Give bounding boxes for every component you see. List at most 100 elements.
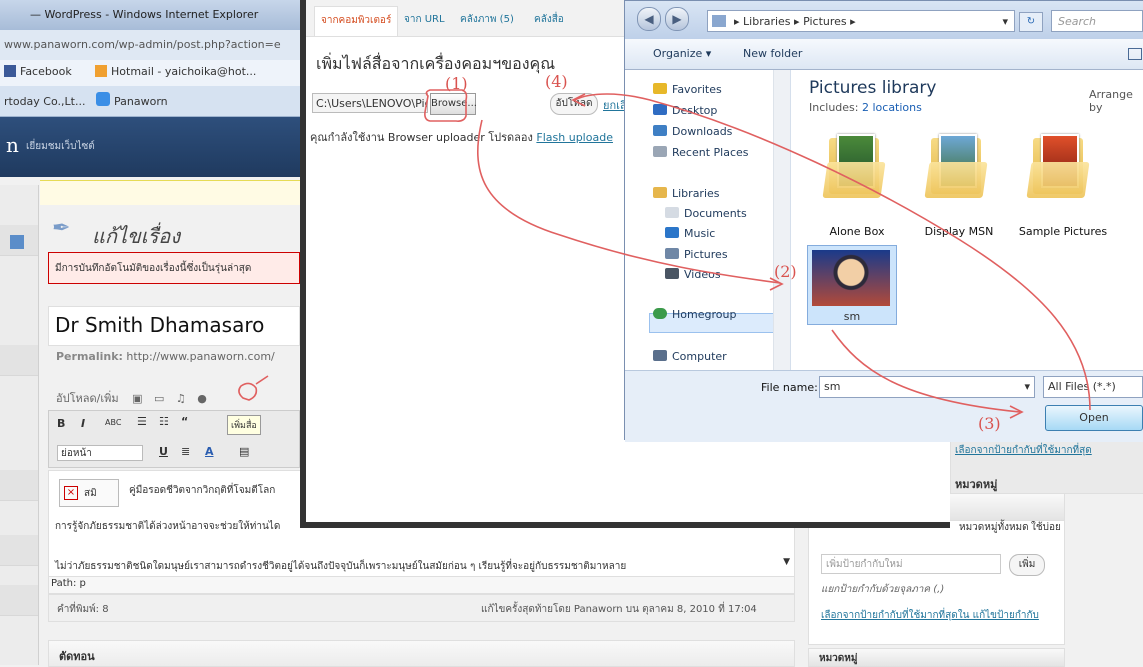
breadcrumb-pictures[interactable]: Pictures (803, 15, 847, 28)
paragraph-format-select[interactable]: ย่อหน้า (57, 445, 143, 461)
tab-panaworn[interactable]: Panaworn (114, 95, 168, 108)
refresh-icon[interactable]: ↻ (1019, 12, 1043, 32)
organize-button[interactable]: Organize ▾ (653, 47, 711, 60)
breadcrumb[interactable]: ▸ Libraries ▸ Pictures ▸ ▾ (707, 10, 1015, 32)
view-icon[interactable] (1128, 48, 1142, 60)
ie-address-bar[interactable]: www.panaworn.com/wp-admin/post.php?actio… (0, 30, 300, 61)
breadcrumb-dropdown-icon[interactable]: ▾ (1002, 11, 1008, 33)
breadcrumb-libraries[interactable]: Libraries (743, 15, 791, 28)
broken-image[interactable]: × สมิ (59, 479, 119, 507)
post-title-value[interactable]: Dr Smith Dhamasaro (55, 313, 264, 337)
file-type-select[interactable]: All Files (*.*) (1043, 376, 1143, 398)
upload-button[interactable]: อัปโหลด (550, 93, 598, 115)
categories-used-tab[interactable]: ใช้บ่อย (1031, 520, 1061, 535)
add-media-icon[interactable]: ● (197, 392, 207, 405)
sm-thumbnail (812, 250, 890, 306)
post-title-input[interactable]: Dr Smith Dhamasaro (48, 306, 300, 346)
nav-computer[interactable]: Computer (653, 350, 727, 363)
library-locations-link[interactable]: 2 locations (862, 101, 922, 114)
folder-label: Display MSN (924, 225, 994, 238)
bold-button[interactable]: B (57, 417, 65, 430)
file-name-value[interactable]: sm (824, 380, 840, 393)
file-path-input[interactable]: C:\Users\LENOVO\Pictu (312, 93, 428, 113)
music-icon (665, 227, 679, 238)
choose-tags-link[interactable]: เลือกจากป้ายกำกับที่ใช้มากที่สุดใน แก้ไข… (821, 608, 1039, 623)
nav-downloads-label: Downloads (672, 125, 733, 138)
menu-item[interactable] (0, 585, 38, 616)
permalink-label: Permalink: (56, 350, 123, 363)
folder-alone-box[interactable] (817, 134, 897, 202)
underline-button[interactable]: U (159, 445, 168, 458)
menu-item[interactable] (0, 345, 38, 376)
tab-from-computer[interactable]: จากคอมพิวเตอร์ (314, 6, 399, 36)
folder-display-msn[interactable] (919, 134, 999, 202)
annotation-4: (4) (545, 72, 568, 91)
add-video-icon[interactable]: ▭ (154, 392, 164, 405)
file-name-input[interactable]: sm ▾ (819, 376, 1035, 398)
text-color-button[interactable]: A (205, 445, 214, 458)
file-sm[interactable]: sm (807, 245, 897, 325)
search-input[interactable]: Search Pictures (1051, 10, 1143, 50)
new-tag-input[interactable]: เพิ่มป้ายกำกับใหม่ (821, 554, 1001, 574)
categories-all-tab[interactable]: หมวดหมู่ทั้งหมด (959, 520, 1029, 535)
annotation-1: (1) (445, 74, 468, 93)
nav-favorites[interactable]: Favorites (653, 83, 722, 96)
nav-documents[interactable]: Documents (665, 207, 747, 220)
nav-desktop-label: Desktop (672, 104, 718, 117)
wp-admin-header: n เยี่ยมชมเว็บไซต์ (0, 117, 300, 177)
nav-recent[interactable]: Recent Places (653, 146, 749, 159)
visit-site-link[interactable]: เยี่ยมชมเว็บไซต์ (26, 139, 95, 154)
nav-downloads[interactable]: Downloads (653, 125, 732, 138)
ie-url[interactable]: www.panaworn.com/wp-admin/post.php?actio… (4, 38, 281, 51)
fav-hotmail[interactable]: Hotmail - yaichoika@hot... (111, 65, 256, 78)
new-folder-button[interactable]: New folder (743, 47, 802, 60)
tab-from-url[interactable]: จาก URL (404, 12, 445, 27)
blockquote-button[interactable]: “ (181, 415, 188, 428)
tab-media-library[interactable]: คลังสื่อ (534, 12, 564, 27)
excerpt-box[interactable]: ตัดทอน (48, 640, 795, 667)
file-open-dialog: ◀ ▶ ▸ Libraries ▸ Pictures ▸ ▾ ↻ Search … (624, 0, 1143, 442)
file-name-dropdown-icon[interactable]: ▾ (1024, 377, 1030, 397)
menu-item[interactable] (0, 535, 38, 566)
justify-button[interactable]: ≣ (181, 445, 190, 458)
broken-image-alt: สมิ (84, 488, 97, 499)
nav-videos[interactable]: Videos (665, 268, 721, 281)
uploader-note-text: คุณกำลังใช้งาน Browser uploader โปรดลอง (310, 131, 533, 144)
nav-desktop[interactable]: Desktop (653, 104, 717, 117)
menu-arrow-icon[interactable] (10, 235, 24, 249)
videos-icon (665, 268, 679, 279)
add-audio-icon[interactable]: ♫ (176, 392, 186, 405)
paste-button[interactable]: ▤ (239, 445, 249, 458)
menu-item[interactable] (0, 470, 38, 501)
nav-pictures[interactable]: Pictures (665, 248, 728, 261)
word-count-bar: คำที่พิมพ์: 8 แก้ไขครั้งสุดท้ายโดย Panaw… (48, 594, 795, 622)
open-button[interactable]: Open (1045, 405, 1143, 431)
number-list-button[interactable]: ☷ (159, 415, 169, 428)
categories-link[interactable]: เลือกจากป้ายกำกับที่ใช้มากที่สุด (955, 443, 1092, 458)
tab-rtoday[interactable]: rtoday Co.,Lt... (4, 95, 85, 108)
permalink-url[interactable]: http://www.panaworn.com/ (126, 350, 274, 363)
bullet-list-button[interactable]: ☰ (137, 415, 147, 428)
arrange-by[interactable]: Arrange by (1089, 88, 1143, 114)
strikethrough-button[interactable]: ABC (105, 418, 121, 427)
pictures-icon (665, 248, 679, 259)
nav-homegroup[interactable]: Homegroup (653, 308, 736, 321)
folder-sample-pictures[interactable] (1021, 134, 1101, 202)
nav-documents-label: Documents (684, 207, 747, 220)
tab-gallery[interactable]: คลังภาพ (5) (460, 12, 514, 27)
add-image-icon[interactable]: ▣ (132, 392, 142, 405)
fav-facebook[interactable]: Facebook (20, 65, 72, 78)
flash-uploader-link[interactable]: Flash uploade (536, 131, 613, 144)
scroll-down-icon[interactable]: ▼ (783, 557, 790, 567)
nav-libraries[interactable]: Libraries (653, 187, 720, 200)
add-tag-button[interactable]: เพิ่ม (1009, 554, 1045, 576)
nav-music[interactable]: Music (665, 227, 715, 240)
forward-icon[interactable]: ▶ (665, 7, 689, 31)
nav-scrollbar[interactable] (773, 70, 790, 370)
italic-button[interactable]: I (81, 417, 85, 430)
browse-button[interactable]: Browse... (430, 93, 477, 115)
dialog-address-row: ◀ ▶ ▸ Libraries ▸ Pictures ▸ ▾ ↻ Search … (625, 1, 1143, 50)
back-icon[interactable]: ◀ (637, 7, 661, 31)
page-title: แก้ไขเรื่อง (92, 224, 181, 248)
ie-title-bar: — WordPress - Windows Internet Explorer (0, 0, 300, 30)
